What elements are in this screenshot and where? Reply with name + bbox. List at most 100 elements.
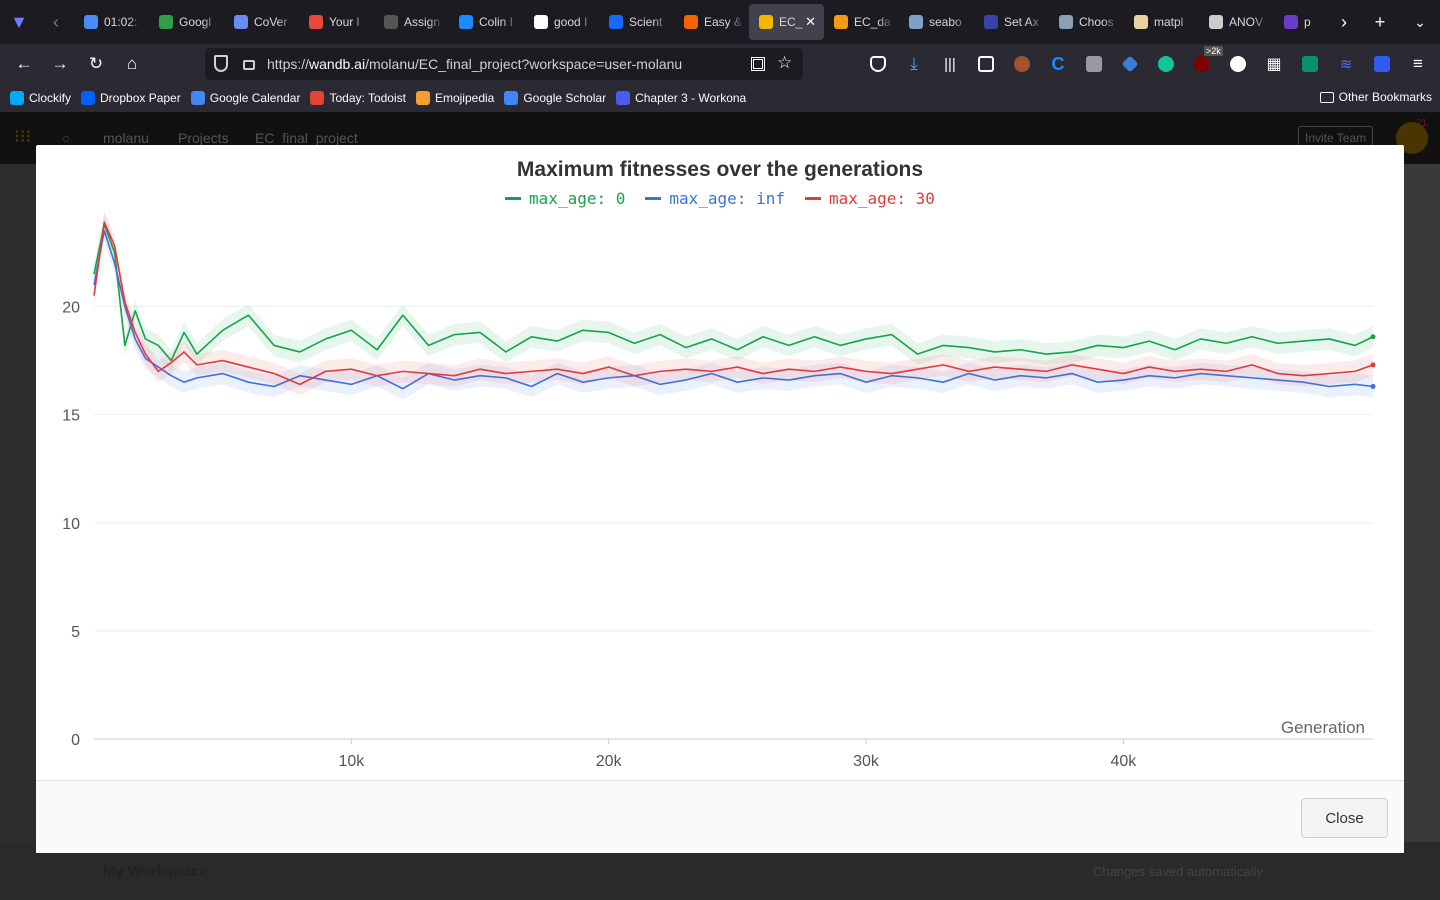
tab-favicon-icon bbox=[159, 15, 173, 29]
browser-tab[interactable]: Set Ax bbox=[974, 4, 1049, 40]
bookmark-star-icon[interactable]: ☆ bbox=[777, 53, 792, 73]
home-icon[interactable]: ⌂ bbox=[114, 48, 150, 80]
extension-shield-icon[interactable] bbox=[1292, 48, 1328, 80]
tab-favicon-icon bbox=[459, 15, 473, 29]
browser-tab[interactable]: ANOV bbox=[1199, 4, 1274, 40]
grammarly-icon[interactable] bbox=[1148, 48, 1184, 80]
extension-play-icon[interactable] bbox=[1076, 48, 1112, 80]
tab-favicon-icon bbox=[84, 15, 98, 29]
browser-tab[interactable]: Assign bbox=[374, 4, 449, 40]
other-bookmarks[interactable]: Other Bookmarks bbox=[1319, 90, 1432, 104]
browser-tab[interactable]: Choos bbox=[1049, 4, 1124, 40]
library-icon[interactable]: ||| bbox=[932, 48, 968, 80]
tab-favicon-icon bbox=[309, 15, 323, 29]
bookmark-list: Clockify Dropbox Paper Google Calendar Toda… bbox=[10, 91, 756, 105]
sidebar-icon[interactable] bbox=[968, 48, 1004, 80]
search-icon[interactable]: ○ bbox=[62, 130, 70, 146]
new-tab-icon[interactable]: + bbox=[1362, 12, 1398, 33]
browser-tab[interactable]: Colin I bbox=[449, 4, 524, 40]
extension-graduation-icon[interactable] bbox=[1112, 48, 1148, 80]
y-tick-label: 5 bbox=[71, 624, 80, 641]
close-button[interactable]: Close bbox=[1301, 798, 1388, 838]
url-bar[interactable]: https://wandb.ai/molanu/EC_final_project… bbox=[205, 48, 803, 80]
extension-blue-square-icon[interactable] bbox=[1364, 48, 1400, 80]
pocket-icon[interactable] bbox=[860, 48, 896, 80]
breadcrumb-user[interactable]: molanu bbox=[103, 130, 149, 146]
notification-badge: 21 bbox=[1416, 118, 1428, 129]
browser-tab[interactable]: matpl bbox=[1124, 4, 1199, 40]
close-tab-icon[interactable]: ✕ bbox=[805, 14, 816, 30]
downloads-icon[interactable]: ⤓ bbox=[896, 48, 932, 80]
tab-favicon-icon bbox=[609, 15, 623, 29]
series-end-point bbox=[1370, 384, 1376, 390]
browser-tab[interactable]: 01:02: bbox=[74, 4, 149, 40]
firefox-view-icon[interactable]: ▼ bbox=[0, 12, 38, 33]
page-sidebar bbox=[0, 164, 36, 900]
bookmark-item[interactable]: Today: Todoist bbox=[310, 91, 406, 105]
extension-globe-icon[interactable] bbox=[1220, 48, 1256, 80]
bookmark-item[interactable]: Chapter 3 - Workona bbox=[616, 91, 746, 105]
bookmark-favicon-icon bbox=[190, 91, 205, 105]
tab-title: matpl bbox=[1154, 15, 1184, 29]
browser-tab[interactable]: seabo bbox=[899, 4, 974, 40]
tab-favicon-icon bbox=[1059, 15, 1073, 29]
extension-ublock-icon[interactable]: >2k bbox=[1184, 46, 1223, 80]
browser-tab[interactable]: EC_ ✕ bbox=[749, 4, 824, 40]
tab-title: ANOV bbox=[1229, 15, 1264, 29]
chart-plot[interactable]: 0 5 10 15 20 10k 20k 30k 40k Generation bbox=[36, 145, 1404, 780]
browser-tab[interactable]: good I bbox=[524, 4, 599, 40]
x-tick-label: 40k bbox=[1110, 753, 1137, 770]
bookmark-item[interactable]: Emojipedia bbox=[415, 91, 495, 105]
browser-tab[interactable]: Your l bbox=[299, 4, 374, 40]
extension-pirate-icon[interactable] bbox=[1004, 48, 1040, 80]
x-tick-label: 10k bbox=[338, 753, 365, 770]
y-tick-label: 15 bbox=[62, 408, 80, 425]
y-tick-label: 0 bbox=[71, 732, 80, 749]
y-tick-label: 20 bbox=[62, 300, 80, 317]
shield-icon[interactable] bbox=[214, 55, 228, 72]
lock-icon[interactable] bbox=[243, 60, 255, 70]
forward-icon[interactable]: → bbox=[42, 48, 78, 80]
workspace-name[interactable]: My Workspace bbox=[103, 863, 208, 880]
bookmark-item[interactable]: Google Calendar bbox=[190, 91, 301, 105]
back-icon[interactable]: ← bbox=[6, 48, 42, 80]
bookmark-item[interactable]: Google Scholar bbox=[504, 91, 606, 105]
bookmark-label: Emojipedia bbox=[434, 91, 495, 105]
other-bookmarks-label: Other Bookmarks bbox=[1338, 90, 1432, 104]
series-end-point bbox=[1370, 334, 1376, 340]
extension-badge: >2k bbox=[1204, 46, 1223, 56]
breadcrumb-projects[interactable]: Projects bbox=[178, 130, 229, 146]
wandb-logo-icon[interactable]: ⁝⁝⁝ bbox=[14, 126, 31, 147]
bookmark-favicon-icon bbox=[616, 91, 631, 105]
bookmark-label: Clockify bbox=[29, 91, 72, 105]
extensions-icon[interactable]: ▦ bbox=[1256, 48, 1292, 80]
qr-code-icon[interactable] bbox=[751, 57, 765, 71]
browser-tab[interactable]: CoVer bbox=[224, 4, 299, 40]
list-all-tabs-icon[interactable]: ⌄ bbox=[1402, 14, 1438, 31]
tab-favicon-icon bbox=[384, 15, 398, 29]
bookmarks-bar: Clockify Dropbox Paper Google Calendar Toda… bbox=[0, 84, 1440, 112]
bookmark-label: Google Calendar bbox=[209, 91, 301, 105]
browser-tab[interactable]: EC_da bbox=[824, 4, 899, 40]
menu-icon[interactable]: ≡ bbox=[1400, 48, 1436, 80]
tab-favicon-icon bbox=[1284, 15, 1298, 29]
browser-tab[interactable]: Googl bbox=[149, 4, 224, 40]
bookmark-item[interactable]: Dropbox Paper bbox=[81, 91, 181, 105]
scroll-tabs-left-icon[interactable]: ‹ bbox=[38, 12, 74, 33]
scroll-tabs-right-icon[interactable]: › bbox=[1326, 12, 1362, 33]
tab-favicon-icon bbox=[984, 15, 998, 29]
folder-icon bbox=[1319, 91, 1334, 103]
breadcrumb-project[interactable]: EC_final_project bbox=[255, 130, 358, 146]
extension-c-icon[interactable]: C bbox=[1040, 48, 1076, 80]
toolbar-icons: ⤓ ||| C >2k ▦ ≋ ≡ bbox=[860, 46, 1436, 80]
bookmark-item[interactable]: Clockify bbox=[10, 91, 71, 105]
browser-tab[interactable]: Easy & bbox=[674, 4, 749, 40]
tab-title: good I bbox=[554, 15, 588, 29]
url-text[interactable]: https://wandb.ai/molanu/EC_final_project… bbox=[267, 56, 682, 72]
browser-tab[interactable]: Scient bbox=[599, 4, 674, 40]
bookmark-label: Chapter 3 - Workona bbox=[635, 91, 747, 105]
reload-icon[interactable]: ↻ bbox=[78, 48, 114, 80]
extension-layers-icon[interactable]: ≋ bbox=[1328, 48, 1364, 80]
tab-strip: ▼ ‹ 01:02: Googl CoVer Your l Assign Colin I g… bbox=[0, 0, 1440, 44]
bookmark-label: Today: Todoist bbox=[329, 91, 406, 105]
